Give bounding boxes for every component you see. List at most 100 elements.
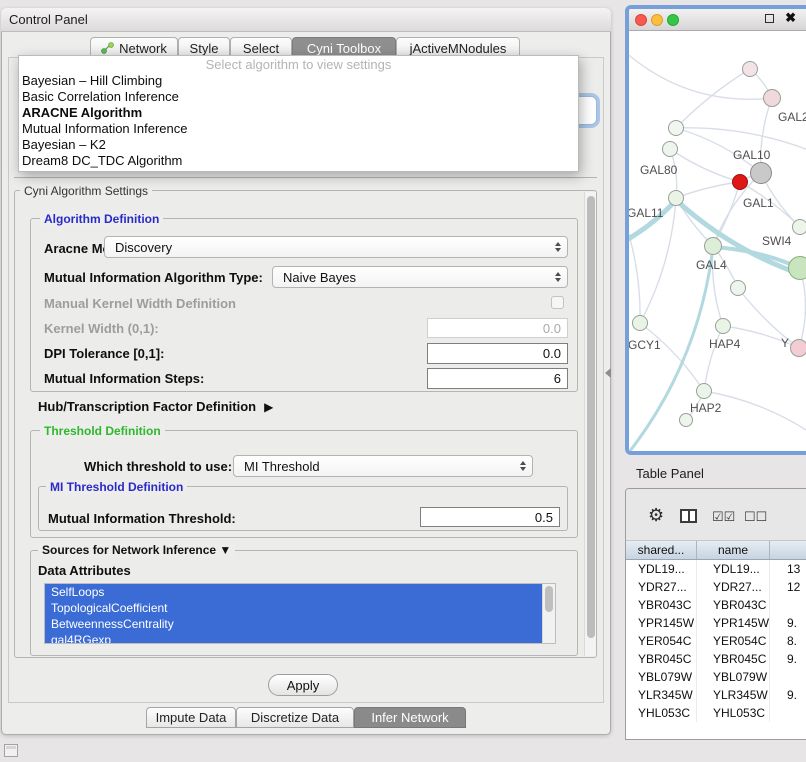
data-attribute-item[interactable]: BetweennessCentrality xyxy=(45,616,542,632)
close-window-icon[interactable]: ✖ xyxy=(785,11,796,25)
mi-type-select[interactable]: Naive Bayes xyxy=(272,266,568,288)
hub-definition-disclosure[interactable]: Hub/Transcription Factor Definition ▶ xyxy=(38,399,273,414)
table-cell: 9. xyxy=(770,650,806,668)
tab-label: Select xyxy=(243,41,279,56)
mi-steps-field[interactable]: 6 xyxy=(427,368,568,389)
network-node-gal80[interactable] xyxy=(662,141,678,157)
network-node[interactable] xyxy=(730,280,746,296)
network-window-titlebar[interactable] xyxy=(629,9,806,31)
table-row[interactable]: YLR345WYLR345W9. xyxy=(626,686,806,704)
float-window-icon[interactable] xyxy=(765,14,774,23)
node-label: HAP4 xyxy=(709,337,740,351)
tab-impute-data[interactable]: Impute Data xyxy=(146,707,236,728)
network-node-gal11[interactable] xyxy=(668,190,684,206)
network-node-gal10[interactable] xyxy=(750,162,772,184)
tab-label: Impute Data xyxy=(156,710,227,725)
network-node-y[interactable] xyxy=(790,339,806,357)
table-row[interactable]: YHL053CYHL053C xyxy=(626,704,806,722)
node-label: SWI4 xyxy=(762,234,791,248)
network-canvas[interactable]: GAL2GAL80GAL10GAL1GAL11SWI4GAL4GCY1HAP4Y… xyxy=(629,31,806,451)
network-edge xyxy=(738,288,799,348)
deselect-all-checkboxes-icon[interactable]: ☐☐ xyxy=(744,509,767,525)
select-all-checkboxes-icon[interactable]: ☑☑ xyxy=(712,509,735,525)
dropdown-placeholder[interactable]: Select algorithm to view settings xyxy=(19,56,578,73)
network-node-gal1[interactable] xyxy=(732,174,748,190)
node-label: HAP2 xyxy=(690,401,721,415)
algorithm-option[interactable]: Bayesian – K2 xyxy=(19,137,578,153)
table-toolbar: ⚙ ☑☑ ☐☐ xyxy=(626,489,806,541)
minimize-button[interactable] xyxy=(651,14,663,26)
network-node-hap4[interactable] xyxy=(715,318,731,334)
sources-title: Sources for Network Inference xyxy=(42,543,216,557)
scrollbar-thumb[interactable] xyxy=(587,196,595,638)
aracne-mode-select[interactable]: Discovery xyxy=(104,236,568,258)
algorithm-dropdown-popup: Select algorithm to view settings Bayesi… xyxy=(18,55,579,172)
columns-icon[interactable] xyxy=(680,509,697,523)
network-node[interactable] xyxy=(668,120,684,136)
settings-gear-icon[interactable]: ⚙ xyxy=(648,506,664,524)
apply-button[interactable]: Apply xyxy=(268,674,338,696)
data-attribute-item[interactable]: gal4RGexp xyxy=(45,632,542,644)
table-cell: 8. xyxy=(770,632,806,650)
table-row[interactable]: YBR043CYBR043C xyxy=(626,596,806,614)
table-panel-title: Table Panel xyxy=(636,466,704,481)
tab-discretize-data[interactable]: Discretize Data xyxy=(236,707,354,728)
network-node-gcy1[interactable] xyxy=(632,315,648,331)
collapse-arrow-icon[interactable]: ▼ xyxy=(219,543,231,557)
close-button[interactable] xyxy=(635,14,647,26)
algorithm-dropdown-list: Bayesian – Hill ClimbingBasic Correlatio… xyxy=(19,73,578,169)
attributes-scrollbar[interactable] xyxy=(542,584,555,643)
algorithm-option[interactable]: ARACNE Algorithm xyxy=(19,105,578,121)
algorithm-option[interactable]: Dream8 DC_TDC Algorithm xyxy=(19,153,578,169)
data-attribute-item[interactable]: SelfLoops xyxy=(45,584,542,600)
table-cell: 13 xyxy=(770,560,806,578)
algorithm-option[interactable]: Bayesian – Hill Climbing xyxy=(19,73,578,89)
tab-label: Infer Network xyxy=(371,710,448,725)
table-row[interactable]: YBR045CYBR045C9. xyxy=(626,650,806,668)
column-header-shared-name[interactable]: shared... xyxy=(626,541,697,559)
table-cell: YLR345W xyxy=(626,686,697,704)
network-node-hap2[interactable] xyxy=(696,383,712,399)
panel-splitter-arrow-icon[interactable] xyxy=(605,368,611,378)
network-node-gal4[interactable] xyxy=(704,237,722,255)
settings-scrollbar[interactable] xyxy=(584,192,596,656)
network-node[interactable] xyxy=(742,61,758,77)
network-node[interactable] xyxy=(679,413,693,427)
algorithm-option[interactable]: Mutual Information Inference xyxy=(19,121,578,137)
table-panel-window: ⚙ ☑☑ ☐☐ shared... name YDL19...YDL19...1… xyxy=(625,488,806,740)
manual-kernel-checkbox[interactable] xyxy=(551,296,564,309)
table-cell: YBL079W xyxy=(626,668,697,686)
dropdown-arrows-icon xyxy=(520,461,526,471)
column-header-extra[interactable] xyxy=(770,541,806,559)
mi-steps-label: Mutual Information Steps: xyxy=(44,371,204,386)
column-header-name[interactable]: name xyxy=(697,541,770,559)
dpi-tolerance-field[interactable]: 0.0 xyxy=(427,343,568,364)
table-row[interactable]: YPR145WYPR145W9. xyxy=(626,614,806,632)
restore-window-icon[interactable] xyxy=(4,744,18,757)
network-node-gal2[interactable] xyxy=(763,89,781,107)
table-cell: YDR27... xyxy=(697,578,770,596)
tab-infer-network[interactable]: Infer Network xyxy=(354,707,466,728)
expand-arrow-icon[interactable]: ▶ xyxy=(264,400,273,414)
mi-threshold-field[interactable]: 0.5 xyxy=(420,507,560,527)
table-row[interactable]: YDL19...YDL19...13 xyxy=(626,560,806,578)
network-edge xyxy=(704,326,723,391)
algorithm-option[interactable]: Basic Correlation Inference xyxy=(19,89,578,105)
table-cell: YER054C xyxy=(626,632,697,650)
table-cell: YLR345W xyxy=(697,686,770,704)
scrollbar-thumb[interactable] xyxy=(545,586,553,612)
data-attributes-list[interactable]: SelfLoopsTopologicalCoefficientBetweenne… xyxy=(44,583,556,644)
table-row[interactable]: YER054CYER054C8. xyxy=(626,632,806,650)
which-threshold-select[interactable]: MI Threshold xyxy=(233,455,533,477)
table-row[interactable]: YBL079WYBL079W xyxy=(626,668,806,686)
control-panel-titlebar[interactable] xyxy=(1,8,611,32)
data-attribute-item[interactable]: TopologicalCoefficient xyxy=(45,600,542,616)
zoom-button[interactable] xyxy=(667,14,679,26)
network-node[interactable] xyxy=(788,256,806,280)
sources-title-row[interactable]: Sources for Network Inference ▼ xyxy=(38,543,235,557)
network-node-swi4[interactable] xyxy=(792,219,806,235)
network-edge xyxy=(799,268,806,348)
page: Control Panel ✖ Network Style Select Cyn… xyxy=(0,0,806,762)
table-row[interactable]: YDR27...YDR27...12 xyxy=(626,578,806,596)
tab-label: Network xyxy=(119,41,167,56)
